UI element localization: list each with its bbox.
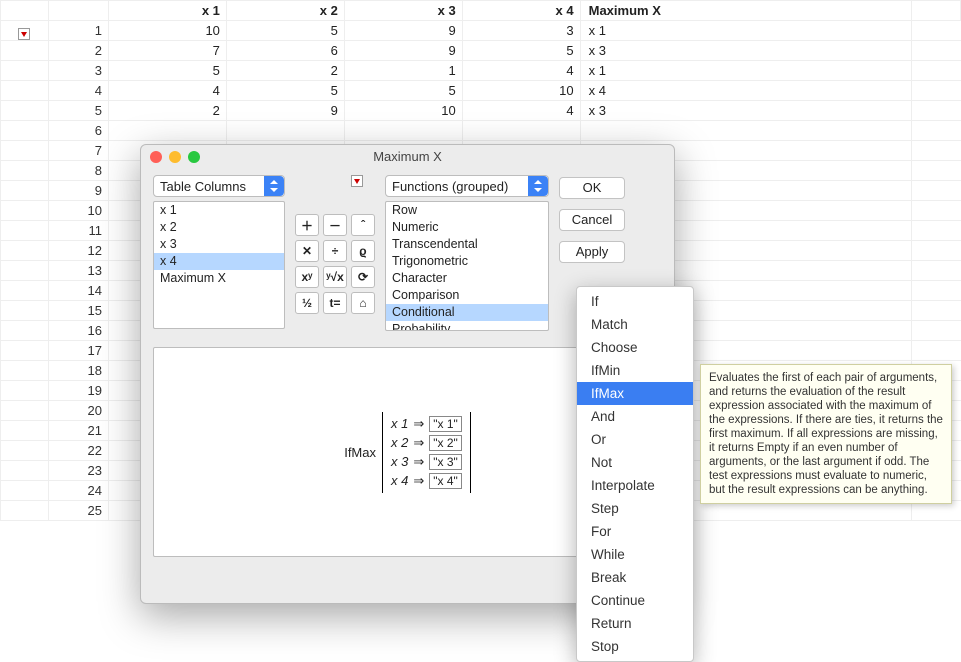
formula-arguments: x 1 ⇒ "x 1"x 2 ⇒ "x 2"x 3 ⇒ "x 3"x 4 ⇒ "… xyxy=(382,412,471,493)
operator-button[interactable]: ÷ xyxy=(323,240,347,262)
col-header[interactable]: x 3 xyxy=(344,1,462,21)
function-group-select[interactable]: Functions (grouped) xyxy=(385,175,549,197)
menu-item[interactable]: Continue xyxy=(577,589,693,612)
operator-button[interactable]: t= xyxy=(323,292,347,314)
list-item[interactable]: Comparison xyxy=(386,287,548,304)
zoom-icon[interactable] xyxy=(188,151,200,163)
menu-item[interactable]: Choose xyxy=(577,336,693,359)
list-item[interactable]: Maximum X xyxy=(154,270,284,287)
list-item[interactable]: Conditional xyxy=(386,304,548,321)
list-item[interactable]: x 4 xyxy=(154,253,284,270)
list-item[interactable]: Trigonometric xyxy=(386,253,548,270)
ok-button[interactable]: OK xyxy=(559,177,625,199)
keypad-menu-icon[interactable] xyxy=(351,175,363,187)
col-header[interactable]: Maximum X xyxy=(580,1,911,21)
menu-item[interactable]: If xyxy=(577,290,693,313)
menu-item[interactable]: IfMax xyxy=(577,382,693,405)
table-row[interactable]: 35214x 1 xyxy=(1,61,961,81)
operator-button[interactable]: ʸ√x xyxy=(323,266,347,288)
operator-button[interactable]: ⌂ xyxy=(351,292,375,314)
conditional-functions-menu[interactable]: IfMatchChooseIfMinIfMaxAndOrNotInterpola… xyxy=(576,286,694,662)
table-row[interactable]: 529104x 3 xyxy=(1,101,961,121)
titlebar[interactable]: Maximum X xyxy=(141,145,674,169)
list-item[interactable]: Numeric xyxy=(386,219,548,236)
operator-button[interactable]: ⟳ xyxy=(351,266,375,288)
operator-button[interactable]: ＋ xyxy=(295,214,319,236)
list-item[interactable]: x 3 xyxy=(154,236,284,253)
menu-item[interactable]: And xyxy=(577,405,693,428)
list-item[interactable]: x 2 xyxy=(154,219,284,236)
operator-button[interactable]: ϱ xyxy=(351,240,375,262)
menu-item[interactable]: Step xyxy=(577,497,693,520)
close-icon[interactable] xyxy=(150,151,162,163)
list-item[interactable]: Transcendental xyxy=(386,236,548,253)
columns-listbox[interactable]: x 1x 2x 3x 4Maximum X xyxy=(153,201,285,329)
col-header[interactable]: x 4 xyxy=(462,1,580,21)
menu-item[interactable]: Or xyxy=(577,428,693,451)
menu-item[interactable]: Interpolate xyxy=(577,474,693,497)
table-row[interactable]: 6 xyxy=(1,121,961,141)
operator-button[interactable]: － xyxy=(323,214,347,236)
function-tooltip: Evaluates the first of each pair of argu… xyxy=(700,364,952,504)
list-item[interactable]: Row xyxy=(386,202,548,219)
menu-item[interactable]: Stop xyxy=(577,635,693,658)
chevron-updown-icon xyxy=(264,176,284,196)
col-header[interactable]: x 2 xyxy=(226,1,344,21)
operator-button[interactable]: ✕ xyxy=(295,240,319,262)
apply-button[interactable]: Apply xyxy=(559,241,625,263)
function-group-listbox[interactable]: RowNumericTranscendentalTrigonometricCha… xyxy=(385,201,549,331)
column-source-select[interactable]: Table Columns xyxy=(153,175,285,197)
menu-item[interactable]: IfMin xyxy=(577,359,693,382)
menu-item[interactable]: Match xyxy=(577,313,693,336)
select-label: Functions (grouped) xyxy=(392,179,508,194)
list-item[interactable]: Probability xyxy=(386,321,548,331)
table-row[interactable]: 445510x 4 xyxy=(1,81,961,101)
operator-button[interactable]: ˆ xyxy=(351,214,375,236)
menu-item[interactable]: Return xyxy=(577,612,693,635)
operator-keypad: ＋－ˆ ✕÷ϱ xʸʸ√x⟳ ½t=⌂ xyxy=(295,214,375,314)
operator-button[interactable]: xʸ xyxy=(295,266,319,288)
select-label: Table Columns xyxy=(160,179,246,194)
table-row[interactable]: 27695x 3 xyxy=(1,41,961,61)
table-row[interactable]: 110593x 1 xyxy=(1,21,961,41)
menu-item[interactable]: For xyxy=(577,520,693,543)
list-item[interactable]: Character xyxy=(386,270,548,287)
formula-function-name: IfMax xyxy=(344,445,376,460)
menu-item[interactable]: Not xyxy=(577,451,693,474)
list-item[interactable]: x 1 xyxy=(154,202,284,219)
col-header[interactable]: x 1 xyxy=(109,1,227,21)
menu-item[interactable]: Break xyxy=(577,566,693,589)
chevron-updown-icon xyxy=(528,176,548,196)
menu-item[interactable]: While xyxy=(577,543,693,566)
dialog-title: Maximum X xyxy=(141,145,674,169)
minimize-icon[interactable] xyxy=(169,151,181,163)
operator-button[interactable]: ½ xyxy=(295,292,319,314)
cancel-button[interactable]: Cancel xyxy=(559,209,625,231)
